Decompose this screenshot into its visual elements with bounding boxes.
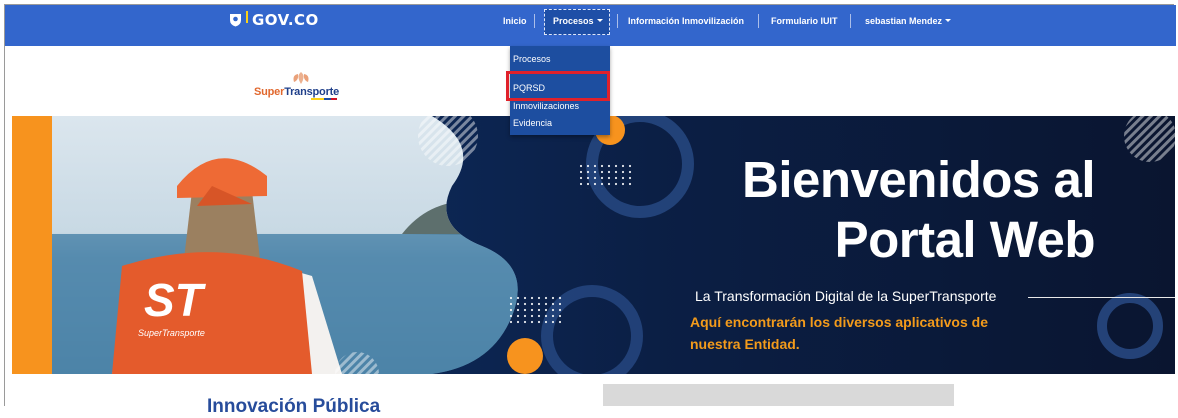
chevron-down-icon [945,19,952,22]
banner-subtitle: La Transformación Digital de la SuperTra… [695,288,997,304]
brand-text: GOV.CO [252,11,319,29]
nav-item-inicio[interactable]: Inicio [503,16,527,26]
logo-text-transporte: Transporte [284,86,340,98]
nav-item-procesos[interactable]: Procesos [553,16,594,26]
brand-divider [246,11,248,23]
dropdown-item-procesos[interactable]: Procesos [513,54,551,64]
nav-user[interactable]: sebastian Mendez [865,5,952,36]
banner-tagline-line-1: Aquí encontrarán los diversos aplicativo… [690,314,988,330]
nav-item-informacion-inmovilizacion[interactable]: Información Inmovilización [628,16,744,26]
section-title-innovacion: Innovación Pública [207,396,381,417]
nav-informacion[interactable]: Información Inmovilización [628,5,744,36]
logo-text-super: Super [254,86,285,98]
nav-procesos[interactable]: Procesos [553,5,603,36]
nav-formulario[interactable]: Formulario IUIT [771,5,838,36]
nav-separator-3 [758,5,759,36]
nav-separator-1 [534,5,535,36]
colombia-flag-stripe-icon [311,98,337,100]
banner-tagline-line-2: nuestra Entidad. [690,336,800,352]
colombia-shield-icon [230,14,241,27]
nav-inicio[interactable]: Inicio [503,5,527,36]
nav-separator-2 [617,5,618,36]
banner-divider-line [1028,297,1175,298]
content-placeholder-box [603,384,954,406]
govco-brand[interactable]: GOV.CO [229,11,319,29]
banner-title-line-2: Portal Web [834,211,1096,268]
banner-title-line-1: Bienvenidos al [742,151,1095,208]
dropdown-item-inmovilizaciones[interactable]: Inmovilizaciones [513,101,579,111]
supertransporte-logo[interactable]: SuperTransporte [254,86,339,98]
vest-logo-text: SuperTransporte [138,328,205,338]
nav-item-formulario-iuit[interactable]: Formulario IUIT [771,16,838,26]
nav-separator-4 [850,5,851,36]
nav-item-user-menu[interactable]: sebastian Mendez [865,16,942,26]
vest-st-logo: ST [144,274,207,326]
chevron-down-icon [596,19,603,22]
dropdown-item-evidencia[interactable]: Evidencia [513,118,552,128]
hero-banner: ST SuperTransporte Bienvenidos al Portal… [12,116,1175,374]
pqrsd-highlight-box [506,71,610,101]
